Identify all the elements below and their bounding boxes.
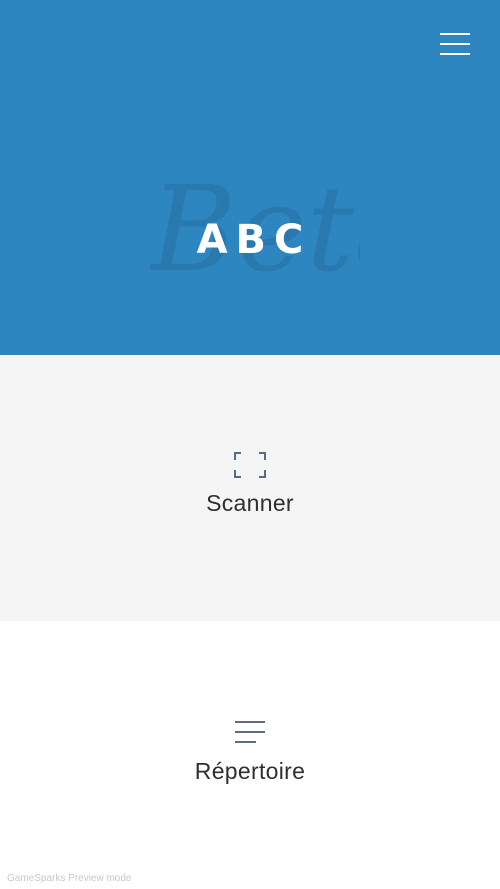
menu-button[interactable]: [436, 30, 474, 60]
preview-mode-note: GameSparks Preview mode: [7, 873, 132, 884]
repertoire-button[interactable]: Répertoire: [0, 621, 500, 889]
header-banner: Beta ABC: [0, 0, 500, 355]
scanner-button[interactable]: Scanner: [0, 355, 500, 621]
scan-frame-icon: [234, 452, 266, 478]
menu-line: [440, 43, 470, 45]
scanner-label: Scanner: [206, 490, 294, 516]
app-logo: ABC: [196, 217, 312, 263]
list-lines-icon: [235, 721, 265, 743]
menu-line: [440, 33, 470, 35]
repertoire-label: Répertoire: [194, 758, 306, 784]
app-root: Beta ABC Scanner Répertoire GameSparks P…: [0, 0, 500, 889]
menu-line: [440, 53, 470, 55]
